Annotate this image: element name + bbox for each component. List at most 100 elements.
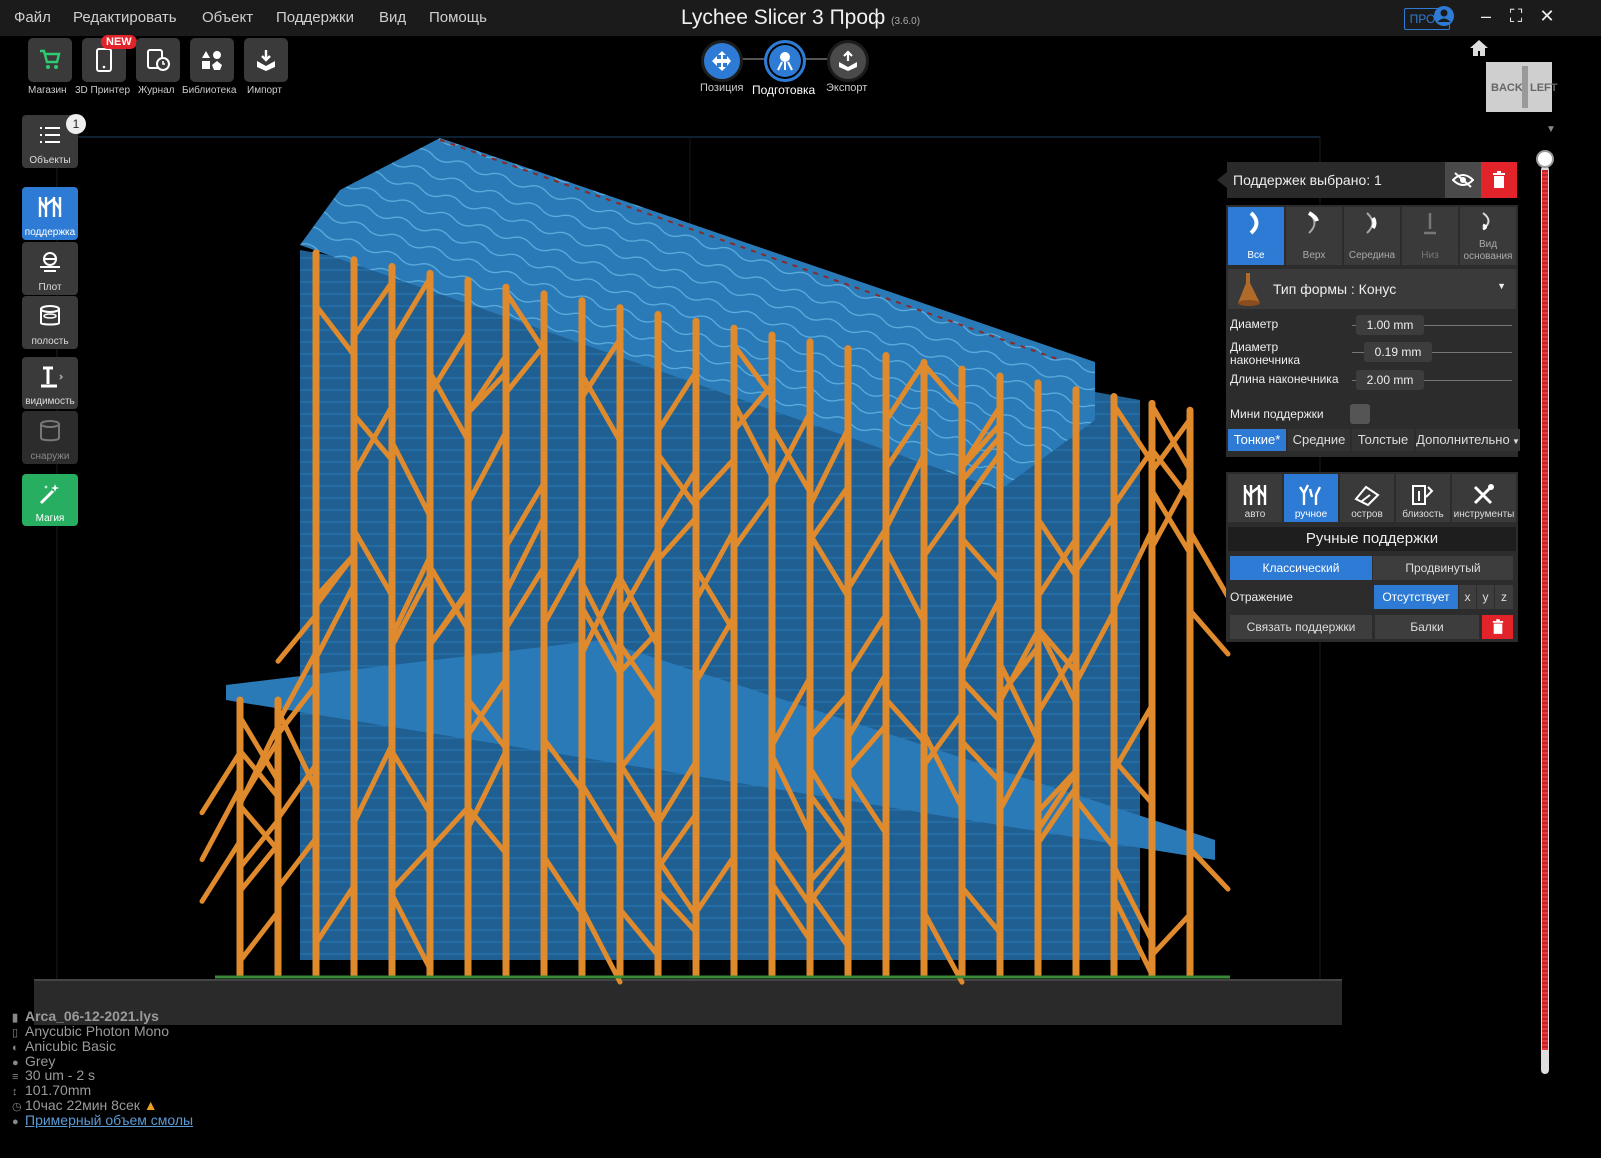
mini-supports-checkbox[interactable]: [1350, 404, 1370, 424]
menu-object[interactable]: Объект: [202, 9, 253, 26]
info-printer: ▯ Anycubic Photon Mono: [12, 1023, 169, 1040]
info-height-text: 101.70mm: [25, 1082, 92, 1098]
resin-volume-link[interactable]: ● Примерный объем смолы: [12, 1113, 193, 1129]
hide-supports-button[interactable]: [1445, 162, 1481, 198]
subtab-middle[interactable]: Середина: [1344, 207, 1400, 265]
layer-slider[interactable]: [1536, 150, 1554, 1076]
style-advanced[interactable]: Продвинутый: [1373, 556, 1513, 580]
shape-type-select[interactable]: Тип формы : Конус ▼: [1228, 269, 1516, 309]
size-medium[interactable]: Средние: [1288, 429, 1350, 451]
info-time: ◷ 10час 22мин 8сек ▲: [12, 1097, 158, 1114]
info-resin: ◐ Anicubic Basic: [12, 1039, 116, 1055]
mode-island[interactable]: остров: [1340, 474, 1394, 522]
mirror-none[interactable]: Отсутствует: [1374, 585, 1458, 609]
store-button[interactable]: [28, 38, 72, 82]
mode-manual[interactable]: ручное: [1284, 474, 1338, 522]
raft-icon: [38, 242, 62, 282]
subtab-top[interactable]: Верх: [1286, 207, 1342, 265]
delete-beams-button[interactable]: [1482, 615, 1513, 639]
tip-length-slider[interactable]: Длина наконечника 2.00 mm: [1230, 369, 1512, 391]
menu-file[interactable]: Файл: [14, 9, 51, 26]
proximity-icon: [1412, 485, 1434, 505]
menu-view[interactable]: Вид: [379, 9, 406, 26]
view-cube-dropdown-icon[interactable]: ▼: [1546, 124, 1556, 135]
layer-slider-handle[interactable]: [1536, 150, 1554, 168]
left-tab-visibility[interactable]: видимость: [22, 357, 78, 409]
diameter-slider[interactable]: Диаметр 1.00 mm: [1230, 314, 1512, 336]
objects-label: Объекты: [29, 155, 71, 166]
left-tab-hollow[interactable]: полость: [22, 296, 78, 349]
size-thin[interactable]: Тонкие*: [1228, 429, 1286, 451]
home-icon[interactable]: [1468, 38, 1490, 63]
left-tab-raft[interactable]: Плот: [22, 242, 78, 295]
journal-button[interactable]: [136, 38, 180, 82]
support-brace: [1149, 911, 1193, 958]
tip-length-value[interactable]: 2.00 mm: [1356, 370, 1424, 390]
move-icon: [712, 51, 731, 71]
support-brace: [1149, 475, 1193, 551]
shape-type-value: Тип формы : Конус: [1273, 281, 1397, 297]
magic-button[interactable]: Магия: [22, 474, 78, 526]
subtab-bottom[interactable]: Низ: [1402, 207, 1458, 265]
tip-length-label: Длина наконечника: [1230, 372, 1339, 386]
import-button[interactable]: [244, 38, 288, 82]
style-classic[interactable]: Классический: [1230, 556, 1372, 580]
mode-auto[interactable]: авто: [1228, 474, 1282, 522]
mirror-z[interactable]: z: [1495, 585, 1513, 609]
step-prepare[interactable]: [764, 40, 806, 82]
maximize-button[interactable]: ⛶: [1504, 6, 1528, 27]
account-icon[interactable]: [1432, 5, 1456, 32]
diameter-value[interactable]: 1.00 mm: [1356, 315, 1424, 335]
support-brace: [237, 841, 281, 894]
left-tab-outside[interactable]: снаружи: [22, 411, 78, 464]
mode-island-label: остров: [1351, 509, 1383, 520]
left-tab-raft-label: Плот: [38, 282, 62, 293]
magic-label: Магия: [35, 513, 65, 524]
left-tab-visibility-label: видимость: [25, 396, 75, 407]
subtab-all[interactable]: Все: [1228, 207, 1284, 265]
info-time-text: 10час 22мин 8сек: [25, 1097, 140, 1113]
tip-diameter-slider[interactable]: Диаметр наконечника 0.19 mm: [1230, 341, 1512, 367]
view-cube[interactable]: BACK LEFT: [1486, 62, 1558, 112]
view-cube-edge: [1522, 66, 1528, 108]
menu-help[interactable]: Помощь: [429, 9, 487, 26]
minimize-button[interactable]: –: [1474, 6, 1498, 27]
step-export[interactable]: [827, 40, 869, 82]
step-position[interactable]: [701, 40, 743, 82]
mirror-x[interactable]: x: [1459, 585, 1476, 609]
left-tab-outside-label: снаружи: [30, 451, 70, 462]
import-label: Импорт: [247, 85, 282, 96]
info-printer-text: Anycubic Photon Mono: [25, 1023, 169, 1039]
subtab-bottom-label: Низ: [1421, 250, 1439, 261]
trash-icon: [1492, 619, 1503, 634]
menu-supports[interactable]: Поддержки: [276, 9, 354, 26]
left-tab-supports[interactable]: поддержка: [22, 187, 78, 240]
selected-count: Поддержек выбрано: 1: [1233, 172, 1382, 188]
view-cube-left: LEFT: [1530, 82, 1558, 94]
close-button[interactable]: ✕: [1535, 6, 1559, 27]
mirror-y[interactable]: y: [1477, 585, 1494, 609]
journal-icon: [147, 49, 170, 71]
mode-proximity[interactable]: близость: [1396, 474, 1450, 522]
support-brace: [237, 909, 281, 964]
tip-diameter-label: Диаметр наконечника: [1230, 340, 1301, 367]
supports-icon: [37, 187, 63, 227]
cone-icon: [1238, 273, 1260, 306]
menu-edit[interactable]: Редактировать: [73, 9, 177, 26]
subtab-base-view[interactable]: Вид основания: [1460, 207, 1516, 265]
library-button[interactable]: [190, 38, 234, 82]
panel-pointer: [1217, 172, 1227, 188]
mode-tools[interactable]: инструменты: [1452, 474, 1516, 522]
library-label: Библиотека: [182, 85, 237, 96]
beams-button[interactable]: Балки: [1375, 615, 1479, 639]
tip-diameter-value[interactable]: 0.19 mm: [1364, 342, 1432, 362]
size-thick[interactable]: Толстые: [1352, 429, 1414, 451]
link-supports-button[interactable]: Связать поддержки: [1230, 615, 1372, 639]
magic-wand-icon: [38, 474, 62, 513]
island-icon: [1354, 485, 1380, 507]
size-extra[interactable]: Дополнительно ▼: [1416, 429, 1520, 451]
delete-supports-button[interactable]: [1481, 162, 1517, 198]
bottom-support-icon: [1424, 213, 1436, 235]
tools-icon: [1473, 484, 1494, 505]
mini-supports-label: Мини поддержки: [1230, 407, 1324, 421]
